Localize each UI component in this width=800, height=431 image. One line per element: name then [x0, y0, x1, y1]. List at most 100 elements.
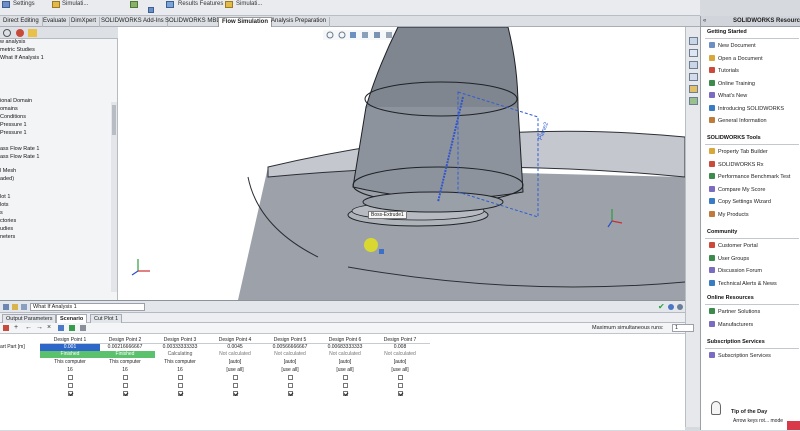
cores-cell[interactable]: 16: [95, 367, 155, 374]
tree-item[interactable]: What If Analysis 1: [0, 55, 44, 61]
tree-item[interactable]: metric Studies: [0, 47, 35, 53]
tab-dimxpert[interactable]: DimXpert: [68, 17, 101, 27]
settings-icon[interactable]: [2, 1, 10, 8]
resource-link[interactable]: Manufacturers: [709, 320, 753, 330]
tab-solidworks-mbd[interactable]: SOLIDWORKS MBD: [162, 17, 225, 27]
tree-item[interactable]: ass Flow Rate 1: [0, 146, 39, 152]
option-checkbox[interactable]: [232, 375, 238, 381]
option-checkbox[interactable]: [122, 383, 128, 389]
option-checkbox[interactable]: [287, 383, 293, 389]
add-row-icon[interactable]: [3, 325, 9, 331]
resource-link[interactable]: My Products: [709, 210, 749, 220]
tab-flow-simulation[interactable]: Flow Simulation: [218, 17, 272, 27]
resource-link[interactable]: Customer Portal: [709, 242, 758, 251]
computer-cell[interactable]: [auto]: [315, 359, 375, 366]
settings-button[interactable]: Settings: [13, 1, 35, 7]
tree-item[interactable]: omains: [0, 106, 18, 112]
study-name-field[interactable]: What If Analysis 1: [30, 303, 145, 311]
close-column-icon[interactable]: ×: [47, 324, 51, 331]
tree-item[interactable]: ctories: [0, 218, 16, 224]
left-arrow-icon[interactable]: ←: [25, 324, 32, 331]
feature-tree-icon[interactable]: [3, 29, 11, 37]
cores-cell[interactable]: [use all]: [260, 367, 320, 374]
tree-item[interactable]: l Mesh: [0, 168, 16, 174]
new-icon[interactable]: [3, 304, 9, 310]
cores-cell[interactable]: 16: [150, 367, 210, 374]
graphics-viewport[interactable]: Boss-Extrude1 Plane2: [118, 27, 685, 300]
parameter-value-cell[interactable]: 0.008: [370, 344, 430, 351]
tree-item[interactable]: Conditions: [0, 114, 26, 120]
display-manager-icon[interactable]: [28, 29, 37, 37]
tree-item[interactable]: s: [0, 210, 3, 216]
option-checkbox[interactable]: [67, 391, 73, 397]
tree-item[interactable]: ass Flow Rate 1: [0, 154, 39, 160]
add-icon[interactable]: +: [14, 324, 18, 331]
results-icon[interactable]: [166, 1, 174, 8]
simulation-button[interactable]: Simulati...: [62, 1, 88, 7]
option-checkbox[interactable]: [122, 391, 128, 397]
cores-cell[interactable]: 16: [40, 367, 100, 374]
simulation-button-2[interactable]: Simulati...: [236, 1, 262, 7]
computer-cell[interactable]: [auto]: [205, 359, 265, 366]
resource-link[interactable]: What's New: [709, 92, 747, 101]
design-library-icon[interactable]: [689, 49, 698, 57]
cores-cell[interactable]: [use all]: [205, 367, 265, 374]
cores-cell[interactable]: [use all]: [370, 367, 430, 374]
computer-cell[interactable]: [auto]: [260, 359, 320, 366]
home-icon[interactable]: [689, 37, 698, 45]
simulation-icon[interactable]: [52, 1, 60, 8]
view-palette-icon[interactable]: [689, 73, 698, 81]
pin-icon[interactable]: [677, 304, 683, 310]
tool-icon[interactable]: [130, 1, 138, 8]
tree-item[interactable]: w analysis: [0, 39, 25, 45]
parameter-value-cell[interactable]: 0.00333333333: [150, 344, 210, 351]
resource-link[interactable]: New Document: [709, 42, 756, 51]
flow-analysis-icon[interactable]: [16, 29, 24, 37]
resource-link[interactable]: User Groups: [709, 254, 749, 264]
resource-link[interactable]: Introducing SOLIDWORKS: [709, 104, 784, 114]
tree-scroll-thumb[interactable]: [112, 105, 116, 135]
option-checkbox[interactable]: [342, 391, 348, 397]
option-checkbox[interactable]: [287, 375, 293, 381]
resource-link[interactable]: Tutorials: [709, 67, 739, 76]
tab-evaluate[interactable]: Evaluate: [40, 17, 71, 27]
resource-link[interactable]: Compare My Score: [709, 185, 765, 195]
computer-cell[interactable]: This computer: [150, 359, 210, 366]
option-checkbox[interactable]: [177, 391, 183, 397]
tab-solidworks-add-ins[interactable]: SOLIDWORKS Add-Ins: [98, 17, 168, 27]
option-checkbox[interactable]: [177, 375, 183, 381]
resource-link[interactable]: Technical Alerts & News: [709, 279, 777, 289]
parameter-value-cell[interactable]: 0.00216666667: [95, 344, 155, 351]
resource-link[interactable]: Performance Benchmark Test: [709, 173, 790, 182]
results-features-button[interactable]: Results Features: [178, 1, 223, 7]
tree-item[interactable]: udies: [0, 226, 13, 232]
option-checkbox[interactable]: [232, 383, 238, 389]
computer-cell[interactable]: [auto]: [370, 359, 430, 366]
option-checkbox[interactable]: [232, 391, 238, 397]
run-icon[interactable]: [69, 325, 75, 331]
tree-item[interactable]: Pressure 1: [0, 122, 27, 128]
option-checkbox[interactable]: [397, 383, 403, 389]
resource-link[interactable]: Property Tab Builder: [709, 148, 768, 157]
parameter-value-cell[interactable]: 0.00566666667: [260, 344, 320, 351]
option-checkbox[interactable]: [397, 375, 403, 381]
tree-item[interactable]: lot 1: [0, 194, 10, 200]
option-checkbox[interactable]: [67, 383, 73, 389]
tab-cut-plot-1[interactable]: Cut Plot 1: [90, 314, 123, 323]
open-icon[interactable]: [12, 304, 18, 310]
option-checkbox[interactable]: [342, 383, 348, 389]
tab-direct-editing[interactable]: Direct Editing: [0, 17, 43, 27]
option-checkbox[interactable]: [122, 375, 128, 381]
resource-link[interactable]: Online Training: [709, 79, 755, 89]
resource-link[interactable]: Open a Document: [709, 54, 763, 64]
custom-properties-icon[interactable]: [689, 97, 698, 105]
resource-link[interactable]: Partner Solutions: [709, 308, 760, 317]
resource-link[interactable]: General Information: [709, 117, 767, 126]
tree-item[interactable]: aded): [0, 176, 14, 182]
appearances-icon[interactable]: [689, 85, 698, 93]
help-icon[interactable]: [668, 304, 674, 310]
option-checkbox[interactable]: [342, 375, 348, 381]
copy-icon[interactable]: [58, 325, 64, 331]
parameter-value-cell[interactable]: 0.001: [40, 344, 100, 351]
option-checkbox[interactable]: [67, 375, 73, 381]
